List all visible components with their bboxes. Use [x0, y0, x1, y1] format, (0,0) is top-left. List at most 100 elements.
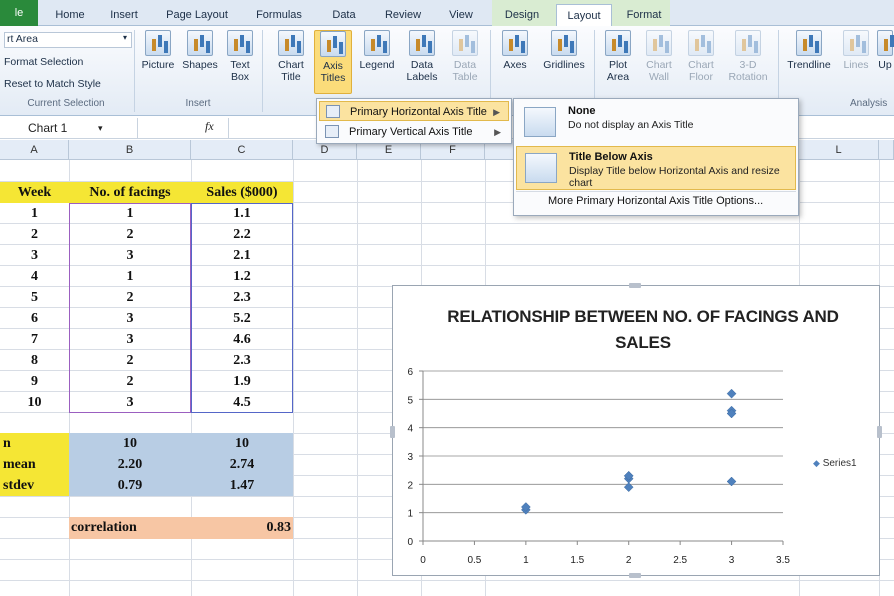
chart-wall-button[interactable]: Chart Wall	[640, 30, 678, 83]
axis-titles-button[interactable]: Axis Titles	[314, 30, 352, 94]
shapes-button[interactable]: Shapes	[180, 30, 220, 71]
x-tick-label: 0	[420, 555, 426, 566]
correlation-label[interactable]: correlation	[69, 517, 189, 539]
series-range-x-highlight	[69, 203, 191, 413]
data-table-icon	[452, 30, 478, 56]
x-tick-label: 1.5	[570, 555, 584, 566]
data-table-button[interactable]: Data Table	[446, 30, 484, 83]
chart-floor-button[interactable]: Chart Floor	[682, 30, 720, 83]
data-labels-button[interactable]: Data Labels	[402, 30, 442, 83]
lines-button[interactable]: Lines	[840, 30, 872, 71]
stat-cell[interactable]: mean	[0, 454, 69, 475]
chart-title-button[interactable]: Chart Title	[270, 30, 312, 83]
stat-cell[interactable]: stdev	[0, 475, 69, 496]
fx-icon[interactable]: fx	[205, 119, 214, 134]
tab-page-layout[interactable]: Page Layout	[160, 4, 234, 26]
up-down-bars-label: Up	[878, 59, 892, 71]
format-selection-button[interactable]: Format Selection	[4, 56, 83, 68]
legend-button[interactable]: Legend	[356, 30, 398, 71]
menu-item-primary-vertical-axis-title[interactable]: Primary Vertical Axis Title ▶	[319, 122, 509, 142]
column-header-c[interactable]: C	[191, 140, 293, 160]
table-cell[interactable]: 8	[0, 350, 69, 371]
table-cell[interactable]: 1	[0, 203, 69, 224]
picture-button[interactable]: Picture	[138, 30, 178, 71]
table-cell[interactable]: 5	[0, 287, 69, 308]
column-header-l[interactable]: L	[799, 140, 879, 160]
y-tick-label: 0	[407, 537, 413, 548]
chart-wall-icon	[646, 30, 672, 56]
column-header-m	[879, 140, 894, 160]
column-header-a[interactable]: A	[0, 140, 69, 160]
stat-cell[interactable]: n	[0, 433, 69, 454]
chart-floor-icon	[688, 30, 714, 56]
more-axis-title-options[interactable]: More Primary Horizontal Axis Title Optio…	[548, 195, 763, 207]
menu-item-primary-horizontal-axis-title[interactable]: Primary Horizontal Axis Title ▶	[319, 101, 509, 121]
plot-area-label: Plot Area	[606, 59, 630, 83]
name-box[interactable]: Chart 1 ▾	[0, 118, 138, 138]
grid-column-line	[357, 160, 358, 596]
chart-legend[interactable]: ◆ Series1	[813, 458, 857, 469]
reset-to-match-style-button[interactable]: Reset to Match Style	[4, 78, 101, 90]
tab-data[interactable]: Data	[324, 4, 364, 26]
stat-cell[interactable]: 2.74	[191, 454, 293, 475]
trendline-button[interactable]: Trendline	[782, 30, 836, 71]
chevron-down-icon: ▾	[98, 123, 103, 133]
tab-view[interactable]: View	[442, 4, 480, 26]
axes-button[interactable]: Axes	[496, 30, 534, 71]
table-cell[interactable]: 4	[0, 266, 69, 287]
tab-format[interactable]: Format	[618, 4, 670, 26]
option-none[interactable]: None Do not display an Axis Title	[516, 101, 796, 145]
option-title-below-axis[interactable]: Title Below Axis Display Title below Hor…	[516, 146, 796, 190]
tab-design[interactable]: Design	[494, 4, 550, 26]
header-sales[interactable]: Sales ($000)	[191, 182, 293, 203]
tab-layout[interactable]: Layout	[556, 4, 612, 27]
header-week[interactable]: Week	[0, 182, 69, 203]
stat-cell[interactable]: 0.79	[69, 475, 191, 496]
tab-file[interactable]: le	[0, 0, 38, 26]
stat-cell[interactable]: 10	[191, 433, 293, 454]
y-tick-label: 6	[407, 367, 413, 378]
gridlines-button[interactable]: Gridlines	[538, 30, 590, 71]
table-cell[interactable]: 9	[0, 371, 69, 392]
x-tick-label: 3.5	[776, 555, 790, 566]
table-cell[interactable]: 2	[0, 224, 69, 245]
option-none-desc: Do not display an Axis Title	[568, 119, 694, 131]
plot-area[interactable]: 0 1 2 3 4 5 6 0 0.5 1 1.5 2 2.5 3 3.5	[393, 286, 881, 577]
title-below-axis-icon	[525, 153, 557, 183]
stat-cell[interactable]: 1.47	[191, 475, 293, 496]
data-labels-icon	[409, 30, 435, 56]
correlation-value[interactable]: 0.83	[191, 517, 292, 539]
chevron-right-icon: ▶	[494, 127, 501, 137]
table-cell[interactable]: 3	[0, 245, 69, 266]
chart-elements-dropdown[interactable]: rt Area ▾	[4, 32, 132, 48]
scatter-chart[interactable]: RELATIONSHIP BETWEEN NO. OF FACINGS AND …	[390, 283, 882, 578]
text-box-button[interactable]: Text Box	[224, 30, 256, 83]
no-axis-title-icon	[524, 107, 556, 137]
axes-icon	[502, 30, 528, 56]
tab-review[interactable]: Review	[378, 4, 428, 26]
chart-wall-label: Chart Wall	[646, 59, 672, 83]
x-tick-label: 0.5	[467, 555, 481, 566]
column-header-b[interactable]: B	[69, 140, 191, 160]
table-cell[interactable]: 10	[0, 392, 69, 413]
stat-cell[interactable]: 2.20	[69, 454, 191, 475]
name-box-value: Chart 1	[28, 121, 68, 135]
table-cell[interactable]: 7	[0, 329, 69, 350]
grid-column-line	[293, 160, 294, 596]
legend-marker-icon: ◆	[813, 458, 820, 468]
plot-area-button[interactable]: Plot Area	[600, 30, 636, 83]
3d-rotation-label: 3-D Rotation	[728, 59, 768, 83]
tab-home[interactable]: Home	[50, 4, 90, 26]
group-label-insert: Insert	[185, 98, 211, 109]
3d-rotation-button[interactable]: 3-D Rotation	[724, 30, 772, 83]
horizontal-axis-title-icon	[326, 105, 340, 118]
tab-formulas[interactable]: Formulas	[248, 4, 310, 26]
tab-insert[interactable]: Insert	[102, 4, 146, 26]
table-cell[interactable]: 6	[0, 308, 69, 329]
option-none-title: None	[568, 105, 596, 117]
y-tick-label: 5	[407, 395, 413, 406]
header-facings[interactable]: No. of facings	[69, 182, 191, 203]
up-down-bars-button[interactable]: Up	[876, 30, 894, 71]
stat-cell[interactable]: 10	[69, 433, 191, 454]
chart-title-label: Chart Title	[278, 59, 304, 83]
